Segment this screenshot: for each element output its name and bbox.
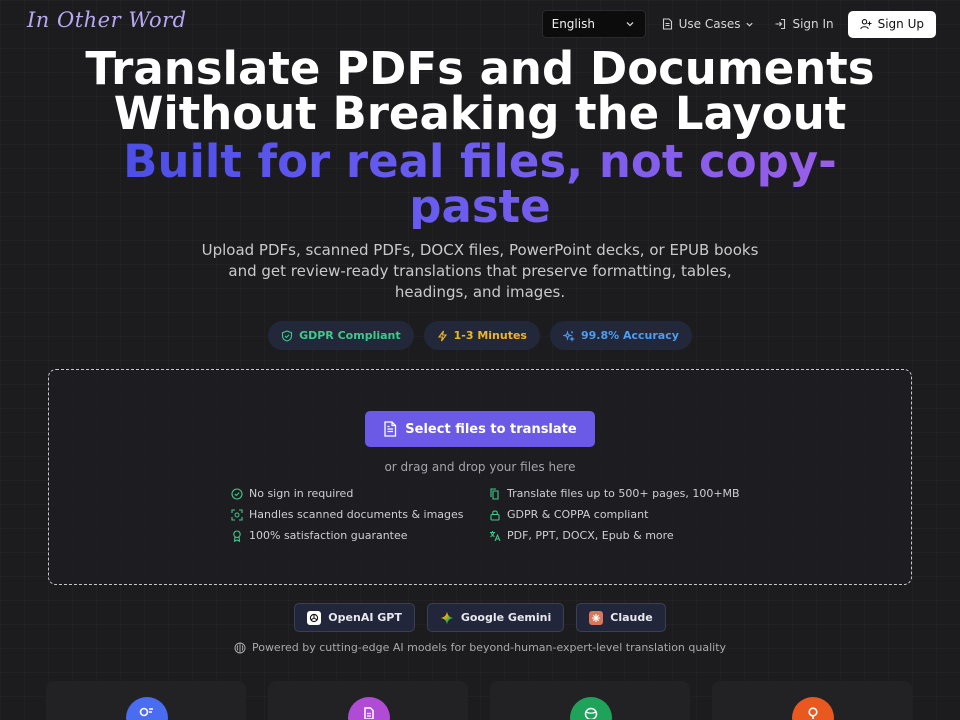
logo[interactable]: In Other Word: [27, 8, 187, 32]
scan-icon: [231, 508, 243, 521]
award-icon: [233, 529, 241, 542]
hero-title: Translate PDFs and Documents Without Bre…: [0, 46, 960, 136]
feature-label: Translate files up to 500+ pages, 100+MB: [507, 487, 740, 500]
select-files-label: Select files to translate: [405, 421, 577, 437]
check-circle-icon: [231, 487, 243, 500]
feature-label: PDF, PPT, DOCX, Epub & more: [507, 529, 674, 542]
feature-cards: [0, 681, 960, 720]
openai-gpt-label: OpenAI GPT: [328, 611, 402, 624]
document-icon: [348, 697, 390, 720]
document-icon: [662, 18, 672, 30]
lock-icon: [490, 510, 500, 521]
hero-subtitle: Built for real files, not copy- paste: [110, 139, 850, 229]
brain-icon: [234, 642, 246, 653]
chevron-down-icon: [746, 22, 754, 27]
files-icon: [490, 487, 499, 500]
language-select[interactable]: English: [541, 10, 646, 38]
top-nav: English Use Cases Sign In Sign Up: [541, 10, 936, 38]
feature-card: [46, 681, 246, 720]
accuracy-badge-label: 99.8% Accuracy: [580, 329, 679, 342]
google-gemini-label: Google Gemini: [460, 611, 552, 624]
user-plus-icon: [859, 19, 872, 30]
powered-by-text: Powered by cutting-edge AI models for be…: [251, 641, 727, 654]
use-cases-menu[interactable]: Use Cases: [652, 10, 765, 38]
feature-label: No sign in required: [249, 487, 354, 500]
hero-description: Upload PDFs, scanned PDFs, DOCX files, P…: [201, 241, 759, 301]
search-icon: [792, 697, 834, 720]
feature-item: Translate files up to 500+ pages, 100+MB: [489, 487, 740, 500]
sparkles-icon: [562, 329, 575, 342]
file-text-icon: [384, 421, 397, 437]
user-circle-icon: [126, 697, 168, 720]
feature-item: No sign in required: [231, 487, 353, 500]
hero-title-line-2: Without Breaking the Layout: [113, 87, 847, 140]
feature-item: 100% satisfaction guarantee: [231, 529, 408, 542]
sign-in-link[interactable]: Sign In: [764, 10, 843, 38]
chevron-down-icon: [626, 22, 634, 27]
feature-card: [268, 681, 468, 720]
hero-subtitle-line-1: Built for real files, not copy-: [123, 135, 837, 188]
lightning-icon: [437, 330, 447, 341]
drag-drop-hint: or drag and drop your files here: [384, 460, 576, 474]
speed-badge: 1-3 Minutes: [423, 321, 540, 350]
translate-icon: [490, 530, 501, 541]
use-cases-label: Use Cases: [678, 17, 741, 31]
hero-title-line-1: Translate PDFs and Documents: [85, 42, 875, 95]
hero-subtitle-line-2: paste: [409, 180, 551, 233]
feature-item: Handles scanned documents & images: [231, 508, 464, 521]
file-dropzone[interactable]: Select files to translate or drag and dr…: [48, 369, 912, 585]
feature-label: 100% satisfaction guarantee: [249, 529, 408, 542]
powered-by-note: Powered by cutting-edge AI models for be…: [0, 641, 960, 654]
feature-label: Handles scanned documents & images: [249, 508, 464, 521]
gdpr-badge: GDPR Compliant: [268, 321, 414, 350]
sign-up-label: Sign Up: [877, 17, 924, 31]
openai-gpt-chip[interactable]: OpenAI GPT: [294, 603, 415, 632]
accuracy-badge: 99.8% Accuracy: [549, 321, 692, 350]
claude-chip[interactable]: Claude: [576, 603, 666, 632]
feature-card: [712, 681, 912, 720]
globe-icon: [570, 697, 612, 720]
sign-in-icon: [775, 18, 786, 30]
claude-label: Claude: [610, 611, 653, 624]
gdpr-badge-label: GDPR Compliant: [299, 329, 401, 342]
shield-check-icon: [282, 329, 293, 342]
gemini-icon: [440, 611, 454, 625]
openai-icon: [307, 610, 322, 625]
sign-in-label: Sign In: [792, 17, 834, 31]
sign-up-button[interactable]: Sign Up: [847, 10, 936, 38]
feature-label: GDPR & COPPA compliant: [507, 508, 649, 521]
feature-item: PDF, PPT, DOCX, Epub & more: [489, 529, 674, 542]
feature-item: GDPR & COPPA compliant: [489, 508, 648, 521]
speed-badge-label: 1-3 Minutes: [453, 329, 527, 342]
ai-models: OpenAI GPT Google Gemini Claude: [0, 603, 960, 632]
google-gemini-chip[interactable]: Google Gemini: [426, 603, 565, 632]
language-select-value: English: [551, 17, 595, 31]
feature-card: [490, 681, 690, 720]
trust-badges: GDPR Compliant 1-3 Minutes 99.8% Accurac…: [0, 321, 960, 350]
claude-icon: [589, 610, 604, 625]
select-files-button[interactable]: Select files to translate: [365, 411, 595, 447]
